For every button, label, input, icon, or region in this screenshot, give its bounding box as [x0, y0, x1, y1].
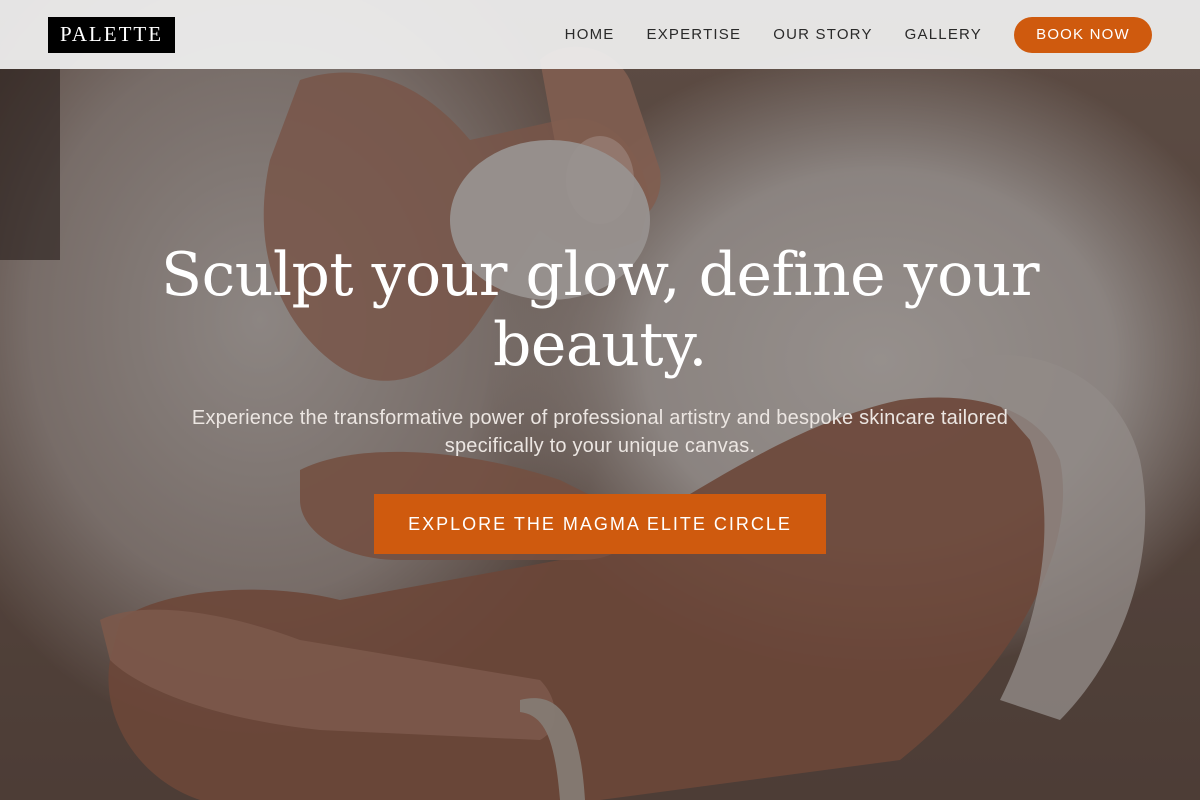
nav-link-gallery[interactable]: GALLERY — [905, 26, 982, 43]
hero-content: Sculpt your glow, define your beauty. Ex… — [0, 240, 1200, 554]
hero-headline: Sculpt your glow, define your beauty. — [160, 240, 1040, 380]
top-navbar: PALETTE HOME EXPERTISE OUR STORY GALLERY… — [0, 0, 1200, 69]
book-now-button[interactable]: BOOK NOW — [1014, 16, 1152, 53]
nav-link-expertise[interactable]: EXPERTISE — [646, 26, 741, 43]
nav-link-home[interactable]: HOME — [565, 26, 615, 43]
nav-link-our-story[interactable]: OUR STORY — [773, 26, 872, 43]
brand-logo[interactable]: PALETTE — [48, 16, 176, 53]
main-nav: HOME EXPERTISE OUR STORY GALLERY — [565, 26, 982, 43]
hero-subtext: Experience the transformative power of p… — [191, 407, 1009, 457]
explore-cta-button[interactable]: EXPLORE THE MAGMA ELITE CIRCLE — [374, 494, 826, 554]
